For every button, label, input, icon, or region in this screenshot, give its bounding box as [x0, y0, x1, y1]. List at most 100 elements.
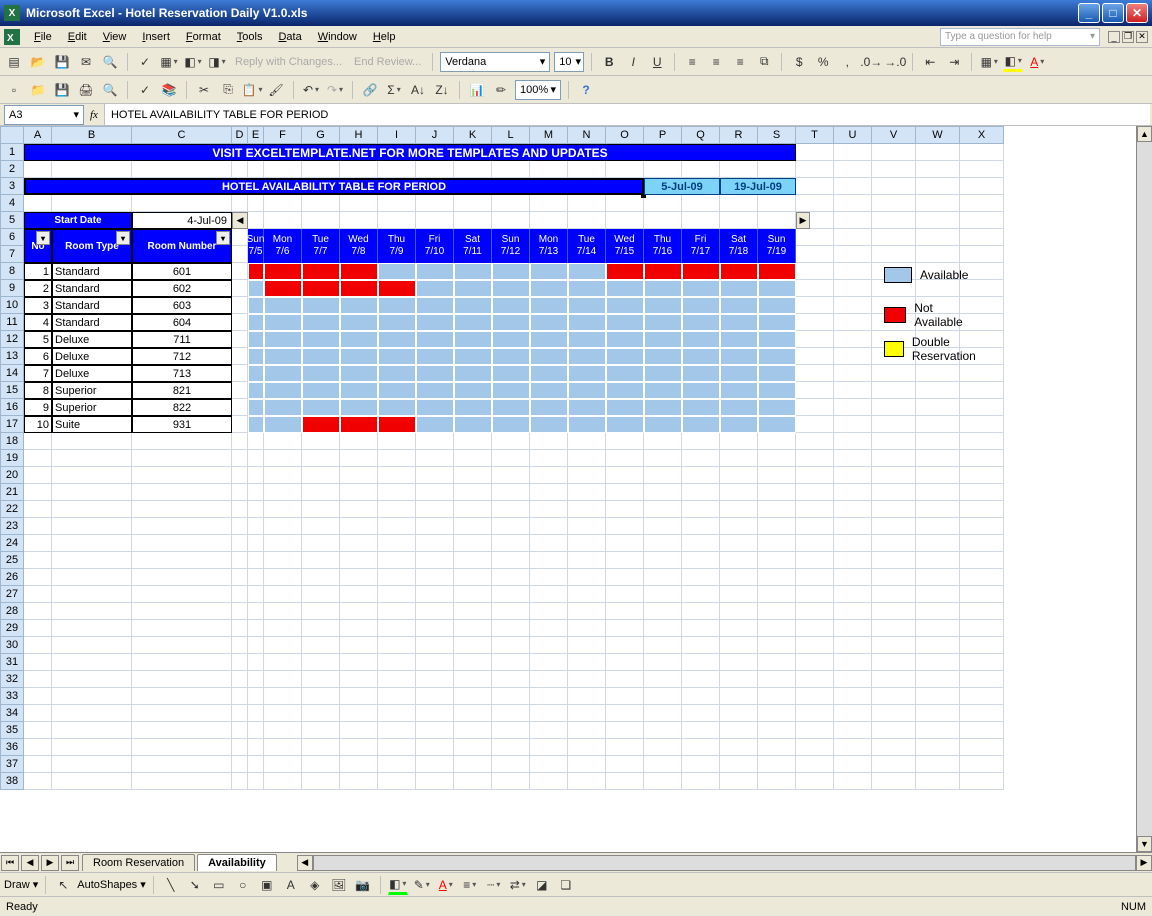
row-header[interactable]: 23 — [0, 518, 24, 535]
row-header[interactable]: 25 — [0, 552, 24, 569]
sheet-nav-prev[interactable]: ◀ — [21, 855, 39, 871]
availability-cell[interactable] — [568, 280, 606, 297]
col-header-L[interactable]: L — [492, 126, 530, 144]
availability-cell[interactable] — [302, 365, 340, 382]
row-header[interactable]: 3 — [0, 178, 24, 195]
room-no-cell[interactable]: 6 — [24, 348, 52, 365]
availability-cell[interactable] — [530, 348, 568, 365]
row-header[interactable]: 10 — [0, 297, 24, 314]
redo-button[interactable]: ↷ — [325, 80, 345, 100]
col-header-A[interactable]: A — [24, 126, 52, 144]
availability-cell[interactable] — [248, 399, 264, 416]
underline-button[interactable]: U — [647, 52, 667, 72]
availability-cell[interactable] — [758, 314, 796, 331]
availability-cell[interactable] — [454, 297, 492, 314]
room-number-cell[interactable]: 822 — [132, 399, 232, 416]
room-type-cell[interactable]: Superior — [52, 399, 132, 416]
print-icon[interactable]: 🖨 — [76, 80, 96, 100]
workbook-close-button[interactable]: ✕ — [1136, 31, 1148, 43]
availability-cell[interactable] — [644, 399, 682, 416]
availability-cell[interactable] — [530, 416, 568, 433]
col-header-M[interactable]: M — [530, 126, 568, 144]
availability-cell[interactable] — [568, 314, 606, 331]
room-type-cell[interactable]: Suite — [52, 416, 132, 433]
availability-cell[interactable] — [644, 416, 682, 433]
col-header-W[interactable]: W — [916, 126, 960, 144]
availability-cell[interactable] — [302, 416, 340, 433]
menu-insert[interactable]: Insert — [134, 29, 178, 45]
availability-cell[interactable] — [416, 382, 454, 399]
availability-cell[interactable] — [302, 331, 340, 348]
format-painter-icon[interactable]: 🖌 — [266, 80, 286, 100]
room-type-cell[interactable]: Deluxe — [52, 365, 132, 382]
availability-cell[interactable] — [606, 314, 644, 331]
row-header[interactable]: 38 — [0, 773, 24, 790]
row-header[interactable]: 36 — [0, 739, 24, 756]
availability-cell[interactable] — [606, 280, 644, 297]
availability-cell[interactable] — [682, 280, 720, 297]
availability-cell[interactable] — [378, 382, 416, 399]
room-type-cell[interactable]: Standard — [52, 297, 132, 314]
availability-cell[interactable] — [720, 365, 758, 382]
bold-button[interactable]: B — [599, 52, 619, 72]
availability-cell[interactable] — [340, 399, 378, 416]
availability-cell[interactable] — [248, 297, 264, 314]
availability-cell[interactable] — [378, 314, 416, 331]
increase-indent-button[interactable]: ⇥ — [944, 52, 964, 72]
availability-cell[interactable] — [758, 382, 796, 399]
row-header[interactable]: 6 — [0, 229, 24, 246]
help-icon[interactable]: ? — [576, 80, 596, 100]
window-minimize-button[interactable]: _ — [1078, 3, 1100, 23]
date-to-cell[interactable]: 19-Jul-09 — [720, 178, 796, 195]
menu-help[interactable]: Help — [365, 29, 404, 45]
room-number-cell[interactable]: 601 — [132, 263, 232, 280]
availability-cell[interactable] — [758, 280, 796, 297]
merge-center-button[interactable]: ⧉ — [754, 52, 774, 72]
availability-cell[interactable] — [340, 297, 378, 314]
availability-cell[interactable] — [340, 280, 378, 297]
availability-cell[interactable] — [264, 399, 302, 416]
italic-button[interactable]: I — [623, 52, 643, 72]
arrow-style-icon[interactable]: ⇄ — [508, 875, 528, 895]
availability-cell[interactable] — [340, 263, 378, 280]
availability-cell[interactable] — [720, 382, 758, 399]
availability-cell[interactable] — [454, 280, 492, 297]
percent-button[interactable]: % — [813, 52, 833, 72]
availability-cell[interactable] — [682, 416, 720, 433]
select-all-corner[interactable] — [0, 126, 24, 144]
availability-cell[interactable] — [682, 348, 720, 365]
filter-roomtype-dropdown[interactable]: ▾ — [116, 231, 130, 245]
availability-cell[interactable] — [682, 331, 720, 348]
col-header-H[interactable]: H — [340, 126, 378, 144]
availability-cell[interactable] — [644, 331, 682, 348]
decrease-decimal-button[interactable]: →.0 — [885, 52, 905, 72]
shadow-icon[interactable]: ◪ — [532, 875, 552, 895]
availability-cell[interactable] — [340, 416, 378, 433]
availability-cell[interactable] — [682, 399, 720, 416]
room-no-cell[interactable]: 4 — [24, 314, 52, 331]
row-header[interactable]: 27 — [0, 586, 24, 603]
row-header[interactable]: 17 — [0, 416, 24, 433]
grid-body[interactable]: 1234567891011121314151617181920212223242… — [0, 144, 1136, 790]
line-icon[interactable]: ╲ — [161, 875, 181, 895]
align-right-button[interactable]: ≡ — [730, 52, 750, 72]
mail-icon[interactable]: ✉ — [76, 52, 96, 72]
availability-cell[interactable] — [758, 297, 796, 314]
availability-cell[interactable] — [378, 365, 416, 382]
availability-cell[interactable] — [302, 382, 340, 399]
select-objects-icon[interactable]: ↖ — [53, 875, 73, 895]
row-header[interactable]: 15 — [0, 382, 24, 399]
availability-cell[interactable] — [378, 280, 416, 297]
availability-cell[interactable] — [416, 297, 454, 314]
availability-cell[interactable] — [264, 297, 302, 314]
room-number-cell[interactable]: 712 — [132, 348, 232, 365]
availability-cell[interactable] — [530, 331, 568, 348]
col-header-N[interactable]: N — [568, 126, 606, 144]
availability-cell[interactable] — [606, 416, 644, 433]
research-icon[interactable]: 📚 — [159, 80, 179, 100]
room-number-cell[interactable]: 821 — [132, 382, 232, 399]
availability-cell[interactable] — [720, 263, 758, 280]
chart-wizard-icon[interactable]: 📊 — [467, 80, 487, 100]
row-header[interactable]: 1 — [0, 144, 24, 161]
sheet-nav-next[interactable]: ▶ — [41, 855, 59, 871]
